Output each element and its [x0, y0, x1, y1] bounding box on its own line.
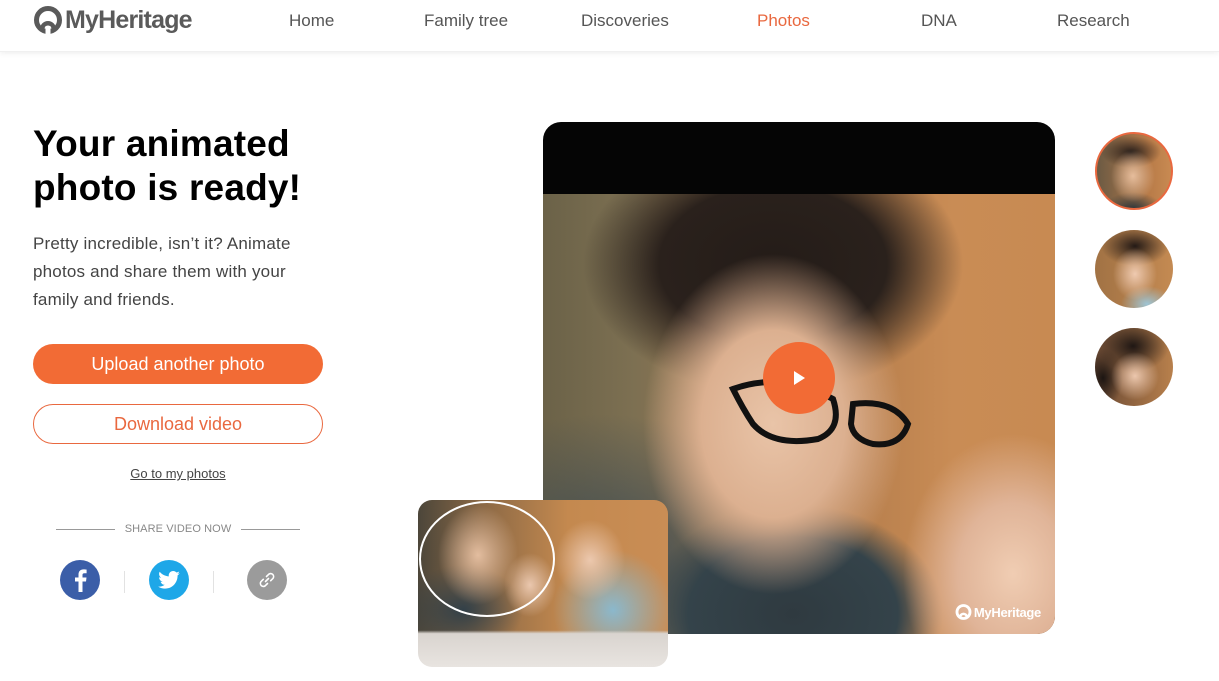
facebook-icon	[75, 569, 87, 592]
nav-home[interactable]: Home	[289, 11, 334, 31]
divider-line	[56, 528, 115, 530]
top-navigation-bar: MyHeritage Home Family tree Discoveries …	[0, 0, 1219, 52]
myheritage-watermark-icon	[955, 604, 972, 620]
go-to-my-photos-link[interactable]: Go to my photos	[33, 466, 323, 481]
face-option-woman[interactable]	[1095, 230, 1173, 308]
nav-family-tree[interactable]: Family tree	[424, 11, 508, 31]
play-icon	[794, 371, 805, 385]
upload-another-photo-button[interactable]: Upload another photo	[33, 344, 323, 384]
face-option-child[interactable]	[1095, 328, 1173, 406]
copy-link-button[interactable]	[247, 560, 287, 600]
title-line-2: photo is ready!	[33, 167, 302, 208]
share-separator	[124, 571, 125, 593]
page-description: Pretty incredible, isn’t it? Animate pho…	[33, 234, 291, 309]
watermark-text: MyHeritage	[973, 604, 1041, 620]
title-line-1: Your animated	[33, 123, 290, 164]
link-icon	[259, 572, 275, 588]
video-watermark: MyHeritage	[955, 604, 1041, 620]
main-nav: Home Family tree Discoveries Photos DNA …	[0, 11, 1219, 31]
nav-photos[interactable]: Photos	[757, 11, 810, 31]
share-label: SHARE VIDEO NOW	[124, 523, 232, 535]
nav-discoveries[interactable]: Discoveries	[581, 11, 669, 31]
selected-face-highlight	[419, 501, 555, 617]
divider-line	[241, 528, 300, 530]
original-photo-thumbnail[interactable]	[418, 500, 668, 667]
share-facebook-button[interactable]	[60, 560, 100, 600]
nav-dna[interactable]: DNA	[921, 11, 957, 31]
share-twitter-button[interactable]	[149, 560, 189, 600]
download-video-button[interactable]: Download video	[33, 404, 323, 444]
page-title: Your animated photo is ready!	[33, 122, 353, 210]
play-button[interactable]	[763, 342, 835, 414]
face-option-man[interactable]	[1095, 132, 1173, 210]
share-separator	[213, 571, 214, 593]
twitter-icon	[158, 571, 180, 589]
share-divider: SHARE VIDEO NOW	[56, 521, 300, 537]
nav-research[interactable]: Research	[1057, 11, 1130, 31]
